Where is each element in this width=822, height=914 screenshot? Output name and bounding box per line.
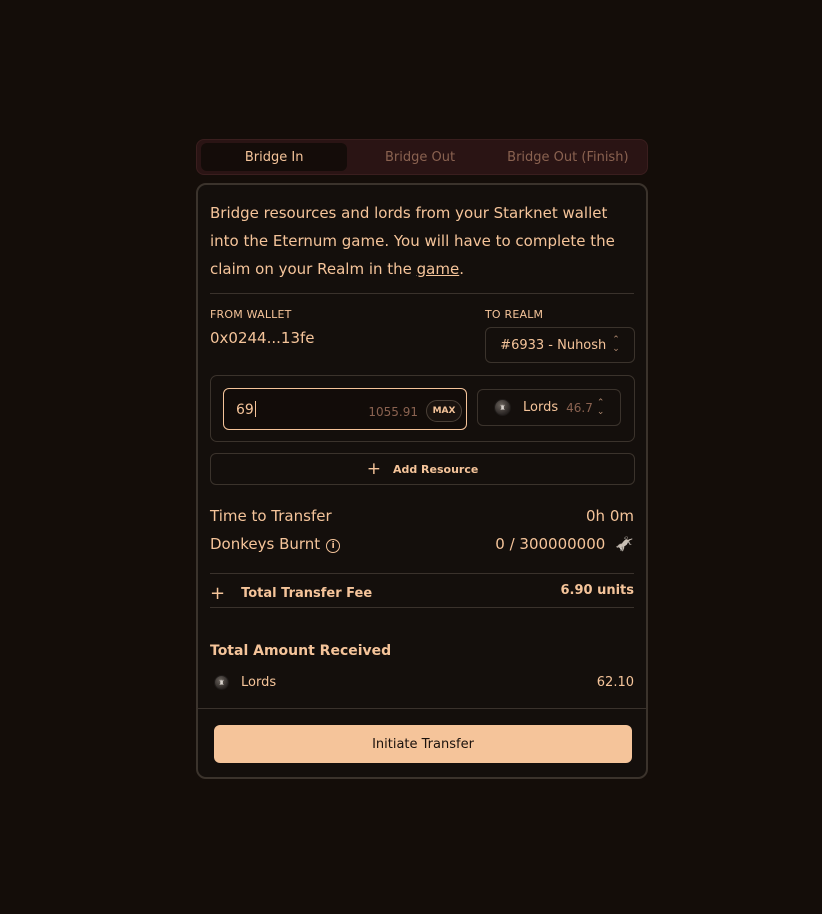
received-token-name: Lords — [241, 675, 277, 690]
add-resource-button[interactable]: + Add Resource — [210, 453, 635, 485]
divider — [198, 708, 646, 709]
realm-select[interactable]: #6933 - Nuhosh ⌃ ⌄ — [485, 327, 635, 363]
to-realm-label: TO REALM — [485, 308, 544, 321]
divider — [210, 573, 634, 574]
max-button[interactable]: MAX — [426, 400, 462, 422]
divider — [210, 293, 634, 294]
from-wallet-label: FROM WALLET — [210, 308, 292, 321]
add-resource-label: Add Resource — [392, 462, 479, 476]
donkey-icon: 🫏 — [615, 535, 634, 553]
tab-bridge-in[interactable]: Bridge In — [201, 143, 348, 171]
token-balance: 46.7 — [566, 400, 593, 415]
resource-balance: 1055.91 — [368, 405, 418, 419]
bridge-tabs: Bridge In Bridge Out Bridge Out (Finish) — [196, 139, 648, 175]
chevron-up-down-icon: ⌃ ⌄ — [612, 335, 620, 354]
game-link[interactable]: game — [417, 260, 460, 278]
received-value: 62.10 — [596, 675, 634, 690]
intro-text-end: . — [459, 260, 464, 278]
transfer-fee-label: Total Transfer Fee — [241, 586, 373, 601]
donkeys-burnt-value-row: 0 / 300000000 🫏 — [495, 535, 634, 553]
bridge-card: Bridge resources and lords from your Sta… — [196, 183, 648, 779]
plus-icon: + — [366, 458, 381, 479]
info-icon[interactable]: i — [326, 539, 341, 553]
realm-select-value: #6933 - Nuhosh — [500, 337, 607, 353]
amount-text: 69 — [236, 402, 254, 418]
divider — [210, 607, 634, 608]
lords-coin-icon: ♜ — [494, 399, 511, 416]
donkeys-burnt-row: Donkeys Burnt i — [210, 535, 341, 553]
plus-icon: + — [210, 583, 226, 604]
wallet-address: 0x0244...13fe — [210, 329, 315, 347]
text-caret — [254, 401, 256, 417]
intro-text-body: Bridge resources and lords from your Sta… — [210, 204, 615, 278]
initiate-transfer-button[interactable]: Initiate Transfer — [214, 725, 632, 763]
transfer-fee-toggle[interactable]: + Total Transfer Fee — [210, 583, 372, 604]
chevron-up-down-icon: ⌃ ⌄ — [596, 397, 605, 417]
token-select[interactable]: ♜ Lords 46.7 ⌃ ⌄ — [477, 389, 621, 426]
donkeys-burnt-label: Donkeys Burnt — [210, 535, 321, 553]
resource-row: 69 1055.91 MAX ♜ Lords 46.7 ⌃ ⌄ — [210, 375, 635, 442]
lords-coin-icon: ♜ — [214, 675, 229, 690]
received-token: ♜ Lords — [214, 675, 276, 690]
transfer-fee-value: 6.90 units — [560, 583, 634, 598]
donkeys-burnt-value: 0 / 300000000 — [495, 535, 606, 553]
amount-value: 69 — [236, 401, 256, 418]
tab-bridge-out-finish[interactable]: Bridge Out (Finish) — [493, 143, 643, 171]
intro-text: Bridge resources and lords from your Sta… — [210, 199, 638, 283]
tab-bridge-out[interactable]: Bridge Out — [347, 143, 492, 171]
amount-input[interactable]: 69 1055.91 MAX — [223, 388, 467, 430]
time-to-transfer-value: 0h 0m — [586, 507, 634, 525]
token-name: Lords — [523, 400, 559, 415]
total-received-title: Total Amount Received — [210, 643, 392, 659]
time-to-transfer-label: Time to Transfer — [210, 507, 332, 525]
